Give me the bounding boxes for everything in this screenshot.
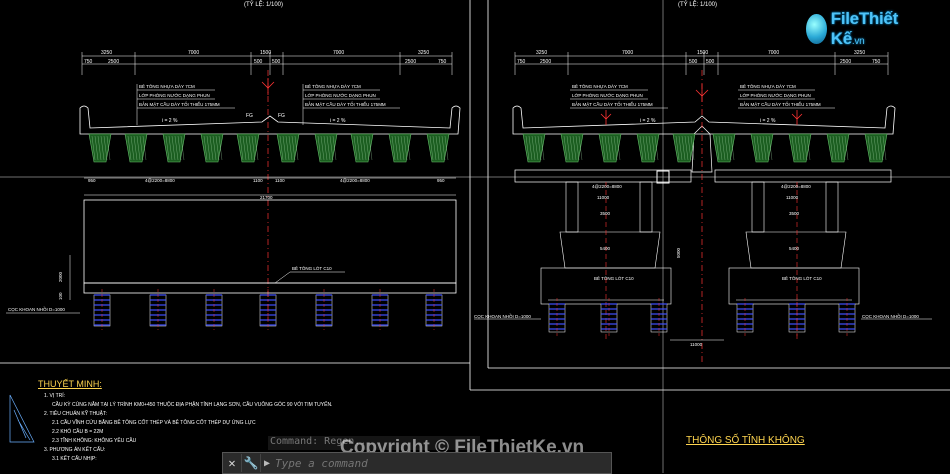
notes-diagram bbox=[9, 394, 35, 443]
right-dim-sub-3: 500 bbox=[689, 59, 698, 65]
notes-line: 2.1 CẦU VĨNH CỬU BẰNG BÊ TÔNG CỐT THÉP V… bbox=[52, 420, 256, 426]
left-total-width: 21700 bbox=[260, 195, 273, 200]
right-pier-dim-3: 11000 bbox=[597, 195, 610, 200]
logo-text: FileThiết Kế.vn bbox=[830, 9, 899, 48]
left-slope-right: i = 2 % bbox=[330, 118, 346, 124]
left-dim-sub-2: 2500 bbox=[108, 59, 119, 65]
right-note1-line1: BÊ TÔNG NHỰA DÀY 7CM bbox=[572, 82, 628, 89]
close-icon[interactable]: ✕ bbox=[223, 454, 242, 472]
left-note1-line3: BẢN MẶT CẦU DÀY TỐI THIỂU 175MM bbox=[139, 101, 220, 107]
right-pile-label-right: CỌC KHOAN NHỒI D=1000 bbox=[862, 313, 919, 319]
right-dim-sub-1: 750 bbox=[517, 59, 526, 65]
left-dim-bot-1: 950 bbox=[88, 178, 96, 183]
right-pile-label-left: CỌC KHOAN NHỒI D=1000 bbox=[474, 313, 531, 319]
right-note1-line3: BẢN MẶT CẦU DÀY TỐI THIỂU 175MM bbox=[572, 101, 653, 107]
left-dim-top-4: 7000 bbox=[333, 50, 344, 56]
prompt-icon[interactable]: ▶ bbox=[264, 458, 270, 469]
right-pier-dim-2: 4@2200=8800 bbox=[781, 184, 811, 189]
right-pier-dim-1: 4@2200=8800 bbox=[592, 184, 622, 189]
left-dim-bot-6: 950 bbox=[437, 178, 445, 183]
right-dim-top-5: 3250 bbox=[854, 50, 865, 56]
logo-mark-icon bbox=[806, 14, 827, 44]
left-dim-top-1: 3250 bbox=[101, 50, 112, 56]
right-note2-line3: BẢN MẶT CẦU DÀY TỐI THIỂU 175MM bbox=[740, 101, 821, 107]
settings-icon[interactable]: 🔧 bbox=[242, 454, 261, 472]
right-pier-dim-4: 11000 bbox=[786, 195, 799, 200]
left-dim-sub-1: 750 bbox=[84, 59, 93, 65]
left-dim-bot-3: 1100 bbox=[253, 178, 263, 183]
left-note2-line3: BẢN MẶT CẦU DÀY TỐI THIỂU 175MM bbox=[305, 101, 386, 107]
left-note1-line1: BÊ TÔNG NHỰA DÀY 7CM bbox=[139, 82, 195, 89]
left-dim-sub-3: 500 bbox=[254, 59, 263, 65]
left-dim-bot-4: 1100 bbox=[275, 178, 285, 183]
left-h-dim-1: 2000 bbox=[58, 271, 63, 282]
command-line-bar: ✕ 🔧 ▶ bbox=[222, 452, 612, 474]
left-dim-bot-2: 4@2200=8800 bbox=[145, 178, 175, 183]
right-elev-dim: 5000 bbox=[676, 247, 681, 258]
left-dim-sub-6: 750 bbox=[438, 59, 447, 65]
right-pier-dim-7: 5400 bbox=[600, 246, 611, 251]
left-note2-line1: BÊ TÔNG NHỰA DÀY 7CM bbox=[305, 82, 361, 89]
right-cross-section: 3250 7000 1500 7000 3250 750 2500 500 50… bbox=[474, 50, 932, 365]
right-dim-sub-2: 2500 bbox=[540, 59, 551, 65]
left-slope-left: i = 2 % bbox=[162, 118, 178, 124]
right-dim-top-3: 1500 bbox=[697, 50, 708, 56]
right-lean-label-1: BÊ TÔNG LÓT C10 bbox=[594, 274, 634, 281]
left-pile-label: CỌC KHOAN NHỒI D=1000 bbox=[8, 306, 65, 312]
left-dim-top-2: 7000 bbox=[188, 50, 199, 56]
left-lean-label: BÊ TÔNG LÓT C10 bbox=[292, 264, 332, 271]
left-note2-line2: LỚP PHÒNG NƯỚC DẠNG PHUN bbox=[305, 92, 376, 98]
right-dim-sub-6: 750 bbox=[872, 59, 881, 65]
command-input[interactable] bbox=[273, 455, 578, 471]
right-dim-top-1: 3250 bbox=[536, 50, 547, 56]
notes-line: 1. VỊ TRÍ: bbox=[44, 393, 66, 399]
notes-title: THUYẾT MINH: bbox=[38, 379, 102, 389]
scale-label-left: (TỶ LỆ: 1/100) bbox=[244, 0, 283, 8]
right-pile-dim: 11000 bbox=[690, 342, 703, 347]
left-cross-section: 3250 7000 1500 7000 3250 750 2500 500 50… bbox=[6, 50, 461, 330]
left-fg-2: FG bbox=[278, 113, 285, 119]
left-dim-sub-5: 2500 bbox=[405, 59, 416, 65]
notes-line: 2.2 KHỔ CẦU B = 22M bbox=[52, 429, 104, 435]
right-lean-label-2: BÊ TÔNG LÓT C10 bbox=[782, 274, 822, 281]
left-dim-top-5: 3250 bbox=[418, 50, 429, 56]
notes-line: CẦU KỲ CÙNG NẰM TẠI LÝ TRÌNH KM0+450 THU… bbox=[52, 402, 333, 408]
right-pier-dim-8: 5400 bbox=[789, 246, 800, 251]
brand-logo: FileThiết Kế.vn bbox=[806, 8, 930, 50]
right-dim-top-4: 7000 bbox=[768, 50, 779, 56]
right-dim-top-2: 7000 bbox=[622, 50, 633, 56]
left-dim-bot-5: 4@2200=8800 bbox=[340, 178, 370, 183]
right-note2-line1: BÊ TÔNG NHỰA DÀY 7CM bbox=[740, 82, 796, 89]
left-h-dim-2: 100 bbox=[58, 292, 63, 300]
left-note1-line2: LỚP PHÒNG NƯỚC DẠNG PHUN bbox=[139, 92, 210, 98]
right-dim-sub-4: 500 bbox=[706, 59, 715, 65]
notes-line: 2. TIÊU CHUẨN KỸ THUẬT: bbox=[44, 411, 107, 417]
right-slope-2: i = 2 % bbox=[760, 118, 776, 124]
right-dim-sub-5: 2500 bbox=[840, 59, 851, 65]
right-pier-dim-6: 3500 bbox=[789, 211, 800, 216]
left-fg-1: FG bbox=[246, 113, 253, 119]
right-note1-line2: LỚP PHÒNG NƯỚC DẠNG PHUN bbox=[572, 92, 643, 98]
left-dim-top-3: 1500 bbox=[260, 50, 271, 56]
right-note2-line2: LỚP PHÒNG NƯỚC DẠNG PHUN bbox=[740, 92, 811, 98]
params-title: THÔNG SỐ TĨNH KHÔNG bbox=[686, 435, 805, 446]
left-dim-sub-4: 500 bbox=[272, 59, 281, 65]
scale-label-right: (TỶ LỆ: 1/100) bbox=[678, 0, 717, 8]
right-pier-dim-5: 3500 bbox=[600, 211, 611, 216]
